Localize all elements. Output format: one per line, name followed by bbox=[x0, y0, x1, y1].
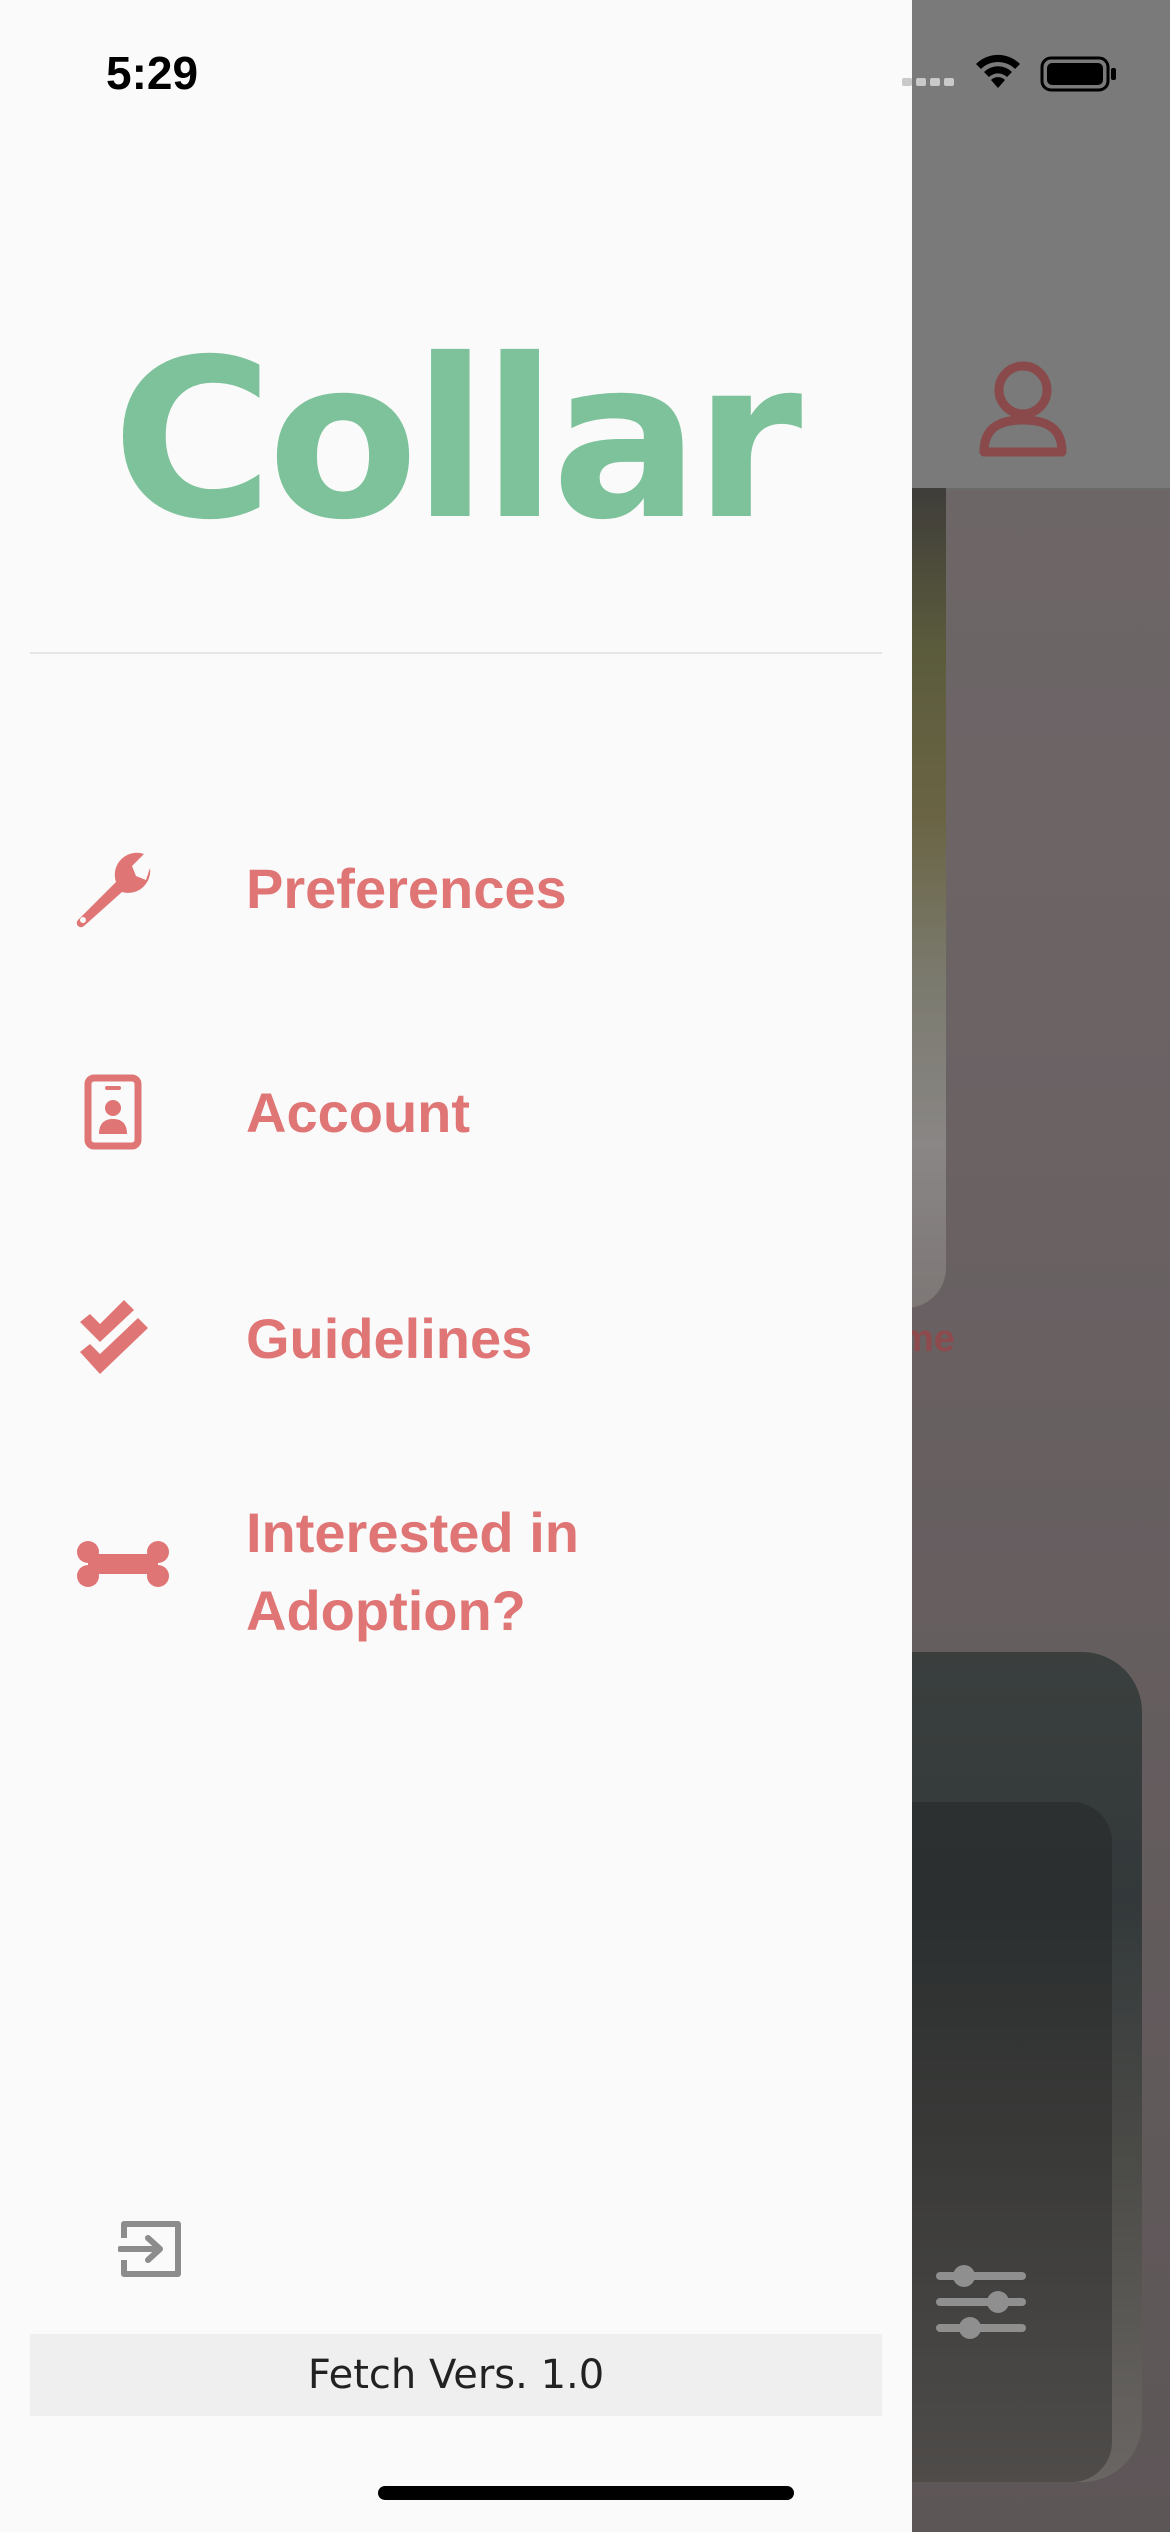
wifi-icon bbox=[976, 54, 1020, 88]
signal-icon bbox=[902, 78, 954, 86]
divider bbox=[30, 652, 882, 654]
bone-icon bbox=[77, 1541, 169, 1587]
menu-label-guidelines: Guidelines bbox=[246, 1307, 533, 1370]
menu-label-preferences: Preferences bbox=[246, 857, 567, 920]
id-badge-icon bbox=[84, 1074, 142, 1150]
double-check-icon bbox=[80, 1300, 148, 1374]
menu-item-preferences[interactable]: Preferences bbox=[0, 842, 912, 938]
home-indicator[interactable] bbox=[378, 2486, 794, 2500]
sign-out-icon[interactable] bbox=[118, 2218, 184, 2280]
menu-item-guidelines[interactable]: Guidelines bbox=[0, 1294, 912, 1394]
menu-label-adoption-line1: Interested in bbox=[246, 1501, 579, 1564]
status-time: 5:29 bbox=[106, 47, 199, 99]
menu-label-adoption-line2: Adoption? bbox=[246, 1579, 526, 1642]
navigation-drawer: Collar Preferences Account Guidelines In… bbox=[0, 0, 912, 2532]
sliders-icon[interactable] bbox=[936, 2262, 1026, 2342]
status-icons bbox=[902, 54, 1116, 92]
user-icon[interactable] bbox=[978, 360, 1068, 460]
menu-label-account: Account bbox=[246, 1081, 470, 1144]
menu-item-adoption[interactable]: Interested in Adoption? bbox=[0, 1494, 912, 1654]
collar-logo: Collar bbox=[112, 312, 802, 568]
menu-item-account[interactable]: Account bbox=[0, 1068, 912, 1168]
battery-icon bbox=[1040, 56, 1116, 92]
version-label: Fetch Vers. 1.0 bbox=[30, 2334, 882, 2416]
background-card-overlay bbox=[880, 1802, 1112, 2482]
wrench-icon bbox=[76, 852, 151, 928]
